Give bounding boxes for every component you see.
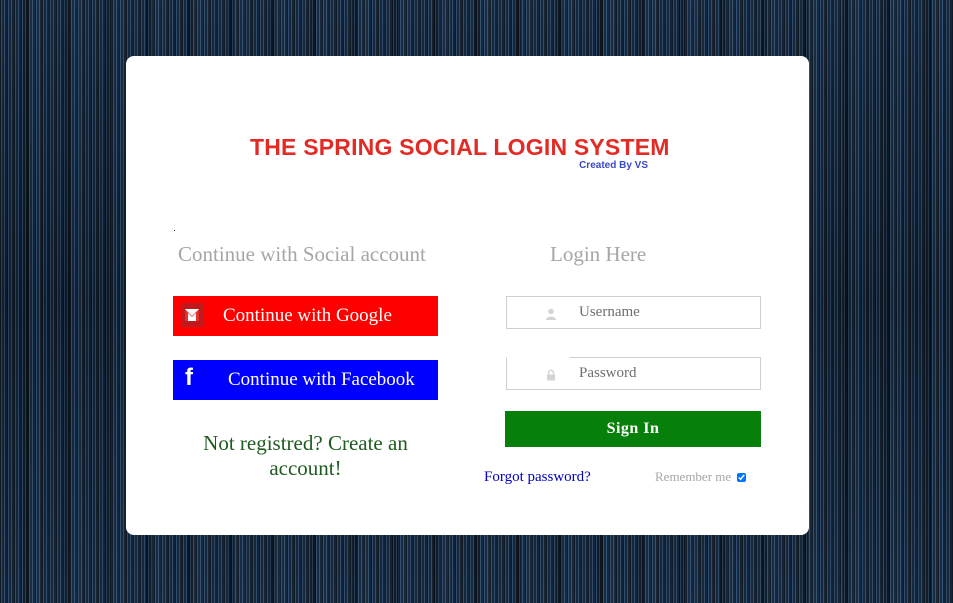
social-heading: Continue with Social account xyxy=(178,242,426,266)
brand-subtitle: Created By VS xyxy=(579,160,648,171)
remember-me[interactable]: Remember me xyxy=(655,469,747,485)
lock-icon xyxy=(545,368,557,381)
login-card: THE SPRING SOCIAL LOGIN SYSTEM Created B… xyxy=(126,56,809,535)
create-account-link[interactable]: Not registred? Create an account! xyxy=(173,431,438,481)
username-input[interactable] xyxy=(579,297,749,328)
remember-me-checkbox[interactable] xyxy=(737,472,747,482)
forgot-password-link[interactable]: Forgot password? xyxy=(484,469,591,486)
sign-in-button[interactable]: Sign In xyxy=(505,411,761,447)
continue-with-google-button[interactable]: Continue with Google xyxy=(173,296,438,336)
user-icon xyxy=(545,307,557,320)
decorative-dot xyxy=(174,230,175,231)
continue-with-facebook-button[interactable]: f Continue with Facebook xyxy=(173,360,438,400)
brand-title: THE SPRING SOCIAL LOGIN SYSTEM xyxy=(250,134,670,160)
password-field xyxy=(506,357,761,390)
facebook-icon: f xyxy=(185,364,193,391)
password-input[interactable] xyxy=(579,358,749,389)
brand-logo: THE SPRING SOCIAL LOGIN SYSTEM Created B… xyxy=(250,134,670,172)
remember-me-label: Remember me xyxy=(655,469,732,484)
google-button-label: Continue with Google xyxy=(223,305,392,326)
gmail-icon xyxy=(181,303,203,327)
username-field xyxy=(506,296,761,329)
facebook-button-label: Continue with Facebook xyxy=(228,369,415,390)
login-heading: Login Here xyxy=(550,242,647,266)
